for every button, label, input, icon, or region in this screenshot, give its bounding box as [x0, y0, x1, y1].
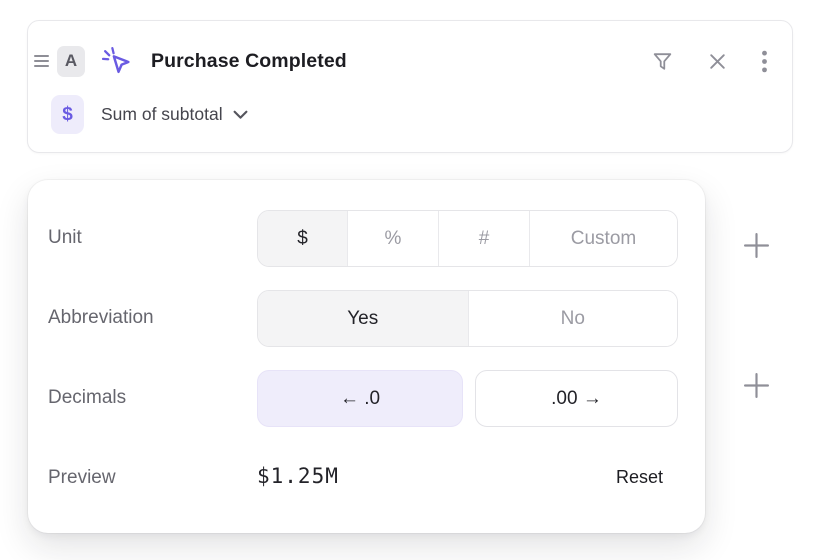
decimals-label: Decimals	[48, 386, 126, 410]
decimals-decrease-button[interactable]: ← .0	[257, 370, 463, 427]
event-cursor-icon	[101, 45, 134, 78]
event-letter-badge: A	[57, 46, 85, 77]
filter-icon[interactable]	[651, 50, 674, 73]
abbreviation-control: Yes No	[257, 290, 678, 347]
preview-label: Preview	[48, 466, 116, 490]
decimals-increase-button[interactable]: .00 →	[475, 370, 678, 427]
add-button-bottom[interactable]	[740, 369, 772, 401]
reset-button[interactable]: Reset	[616, 467, 663, 488]
abbreviation-label: Abbreviation	[48, 306, 154, 330]
abbreviation-option-yes[interactable]: Yes	[258, 291, 468, 346]
abbreviation-segmented-control: Yes No	[257, 290, 678, 347]
unit-control: $ % # Custom	[257, 210, 678, 267]
plus-icon	[743, 232, 770, 259]
abbreviation-option-no[interactable]: No	[468, 291, 678, 346]
unit-segmented-control: $ % # Custom	[257, 210, 678, 267]
metric-dollar-badge: $	[51, 95, 84, 134]
event-metric-row: $ Sum of subtotal	[28, 95, 792, 134]
metric-label: Sum of subtotal	[101, 104, 223, 125]
preview-value: $1.25M	[257, 464, 339, 488]
plus-icon	[743, 372, 770, 399]
event-card: A Purchase Completed	[27, 20, 793, 153]
close-icon[interactable]	[707, 51, 728, 72]
unit-option-dollar[interactable]: $	[258, 211, 347, 266]
unit-option-custom[interactable]: Custom	[529, 211, 677, 266]
unit-option-percent[interactable]: %	[347, 211, 438, 266]
event-title: Purchase Completed	[151, 50, 347, 73]
event-card-header: A Purchase Completed	[28, 41, 792, 81]
event-card-actions	[651, 50, 768, 73]
unit-label: Unit	[48, 226, 82, 250]
unit-option-number[interactable]: #	[438, 211, 529, 266]
format-popup-panel: Unit $ % # Custom Abbreviation Yes No De…	[28, 180, 705, 533]
add-button-top[interactable]	[740, 229, 772, 261]
metric-dropdown[interactable]: Sum of subtotal	[101, 104, 248, 125]
chevron-down-icon	[233, 110, 248, 120]
kebab-menu-icon[interactable]	[761, 50, 768, 73]
drag-handle-icon[interactable]	[34, 51, 49, 71]
